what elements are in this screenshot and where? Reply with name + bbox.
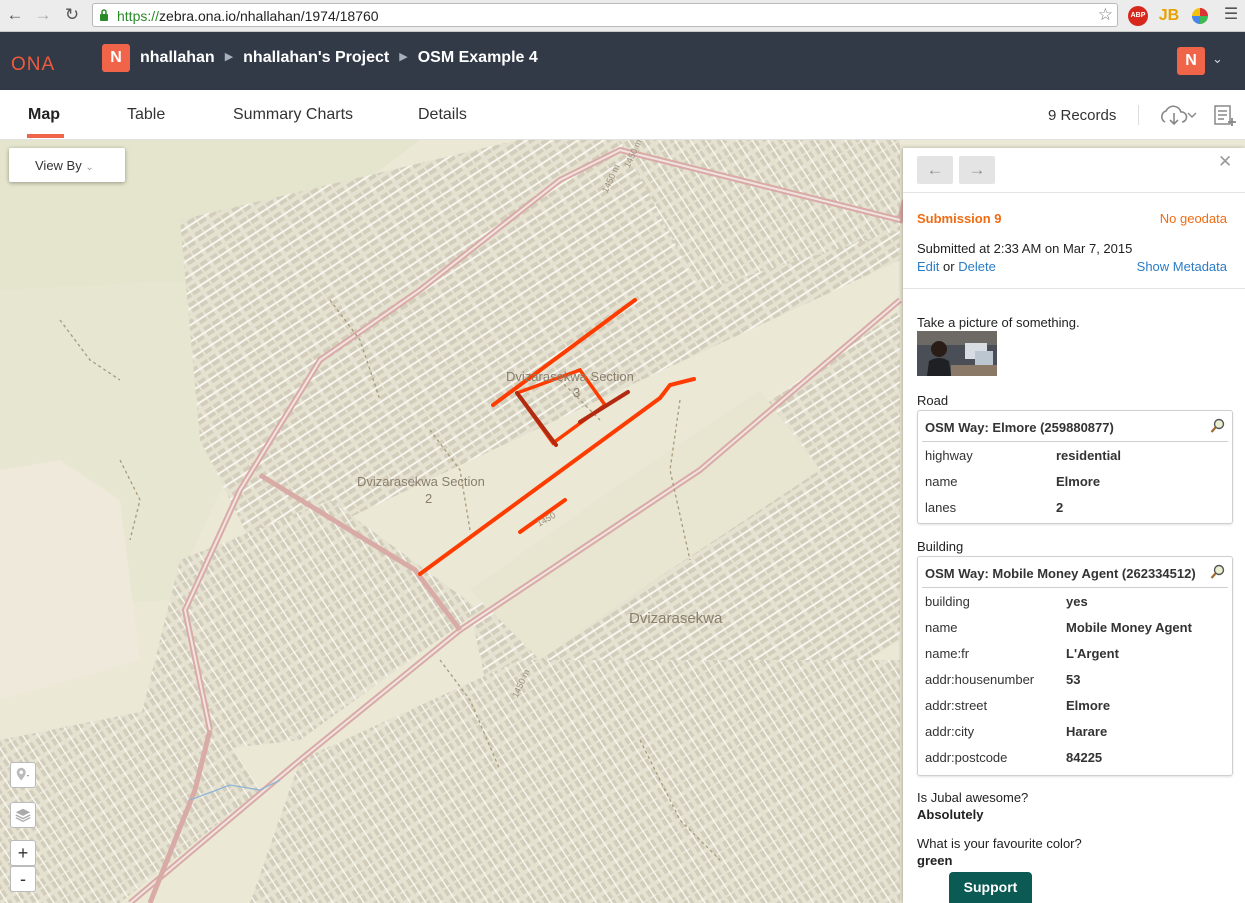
download-icon[interactable] [1158, 102, 1200, 128]
road-label: Road [917, 393, 949, 408]
divider [903, 288, 1245, 289]
url-text: https://zebra.ona.io/nhallahan/1974/1876… [117, 8, 379, 24]
osm-road-title: OSM Way: Elmore (259880877) [925, 420, 1114, 435]
road-tag-key: name [925, 474, 958, 489]
previous-submission-button[interactable]: ← [917, 156, 953, 184]
building-tag-value: yes [1066, 594, 1088, 609]
road-tag-value: Elmore [1056, 474, 1101, 489]
jb-extension-icon[interactable]: JB [1158, 6, 1180, 26]
submission-title: Submission 9 [917, 211, 1002, 226]
edit-link[interactable]: Edit [917, 259, 939, 274]
divider [922, 441, 1228, 442]
building-tag-value: Elmore [1066, 698, 1111, 713]
building-tag-value: 53 [1066, 672, 1081, 687]
breadcrumb-project[interactable]: nhallahan's Project [243, 49, 389, 66]
project-owner-avatar[interactable]: N [102, 44, 130, 72]
breadcrumb-separator-icon: ▶ [224, 51, 234, 63]
submission-photo[interactable] [917, 331, 997, 376]
address-bar[interactable]: https://zebra.ona.io/nhallahan/1974/1876… [92, 3, 1118, 27]
awesome-question: Is Jubal awesome? [917, 790, 1029, 805]
building-tag-key: addr:postcode [925, 750, 1008, 765]
map-label-area: Dvizarasekwa [629, 610, 723, 627]
photo-thumbnail-image [917, 331, 997, 376]
forward-arrow-icon[interactable]: → [32, 4, 54, 26]
browser-menu-icon[interactable]: ☰ [1220, 4, 1242, 26]
map-label-section3: Dvizarasekwa Section [506, 369, 634, 384]
breadcrumb-form: OSM Example 4 [417, 49, 538, 66]
app-header: ONA N nhallahan ▶ nhallahan's Project ▶ OSM … [0, 32, 1245, 90]
support-button[interactable]: Support [949, 872, 1032, 903]
active-tab-indicator [27, 134, 64, 138]
chevron-down-icon: ⌄ [85, 162, 94, 173]
color-picker-extension-icon[interactable] [1190, 6, 1210, 26]
color-answer: green [917, 853, 953, 868]
osm-building-card: OSM Way: Mobile Money Agent (262334512) … [917, 556, 1233, 776]
road-tag-key: highway [925, 448, 973, 463]
building-label: Building [917, 539, 964, 554]
color-question: What is your favourite color? [917, 836, 1082, 851]
tab-map[interactable]: Map [28, 106, 60, 124]
reload-icon[interactable]: ↻ [61, 4, 83, 26]
zoom-in-button[interactable]: + [10, 840, 36, 866]
breadcrumb: nhallahan ▶ nhallahan's Project ▶ OSM Exampl… [140, 49, 538, 67]
adblock-icon[interactable]: ABP [1128, 6, 1148, 26]
view-by-dropdown[interactable]: View By ⌄ [9, 148, 125, 182]
building-tag-key: addr:city [925, 724, 975, 739]
tab-details[interactable]: Details [418, 106, 467, 124]
user-avatar[interactable]: N [1177, 47, 1205, 75]
zoom-to-feature-icon[interactable] [1210, 564, 1226, 580]
divider [922, 587, 1228, 588]
road-tag-key: lanes [925, 500, 957, 515]
chevron-down-icon[interactable]: ⌄ [1212, 51, 1223, 67]
building-tag-value: Harare [1066, 724, 1108, 739]
divider [1138, 105, 1139, 125]
back-arrow-icon[interactable]: ← [4, 4, 26, 26]
divider [903, 192, 1245, 193]
building-tag-key: name [925, 620, 958, 635]
layers-icon[interactable] [10, 802, 36, 828]
lock-icon [100, 9, 108, 21]
view-by-label: View By [35, 158, 82, 173]
building-tag-key: addr:housenumber [925, 672, 1035, 687]
osm-road-card: OSM Way: Elmore (259880877) highway resi… [917, 410, 1233, 524]
map-label-section2-number: 2 [425, 491, 433, 506]
breadcrumb-user[interactable]: nhallahan [140, 49, 215, 66]
road-tag-value: 2 [1056, 500, 1064, 515]
show-metadata-link[interactable]: Show Metadata [1137, 259, 1227, 274]
tab-bar: Map Table Summary Charts Details 9 Recor… [0, 90, 1245, 140]
building-tag-value: 84225 [1066, 750, 1103, 765]
osm-building-title: OSM Way: Mobile Money Agent (262334512) [925, 566, 1196, 581]
records-count: 9 Records [1048, 107, 1117, 124]
building-tag-key: building [925, 594, 970, 609]
building-tag-key: name:fr [925, 646, 970, 661]
map-label-section2: Dvizarasekwa Section [357, 474, 485, 489]
browser-toolbar: ← → ↻ https://zebra.ona.io/nhallahan/197… [0, 0, 1245, 32]
edit-delete-links: Edit or Delete [917, 259, 996, 274]
locate-pin-icon[interactable] [10, 762, 36, 788]
delete-link[interactable]: Delete [958, 259, 996, 274]
add-form-icon[interactable] [1213, 103, 1237, 127]
map-label-section3-number: 3 [573, 385, 581, 400]
breadcrumb-separator-icon: ▶ [399, 51, 408, 63]
road-tag-value: residential [1056, 448, 1122, 463]
submission-panel: ← → ✕ Submission 9 No geodata Submitted … [903, 148, 1245, 903]
tab-table[interactable]: Table [127, 106, 165, 124]
building-tag-key: addr:street [925, 698, 988, 713]
building-tag-value: L'Argent [1066, 646, 1119, 661]
ona-logo[interactable]: ONA [11, 54, 55, 76]
geodata-status: No geodata [1159, 211, 1227, 226]
picture-question: Take a picture of something. [917, 315, 1080, 330]
zoom-out-button[interactable]: - [10, 866, 36, 892]
close-icon[interactable]: ✕ [1218, 152, 1232, 172]
zoom-to-feature-icon[interactable] [1210, 418, 1226, 434]
bookmark-star-icon[interactable]: ☆ [1098, 5, 1113, 25]
submitted-time: Submitted at 2:33 AM on Mar 7, 2015 [917, 241, 1133, 256]
awesome-answer: Absolutely [917, 807, 984, 822]
tab-summary-charts[interactable]: Summary Charts [233, 106, 353, 124]
or-text: or [943, 259, 955, 274]
building-tag-value: Mobile Money Agent [1066, 620, 1192, 635]
next-submission-button[interactable]: → [959, 156, 995, 184]
